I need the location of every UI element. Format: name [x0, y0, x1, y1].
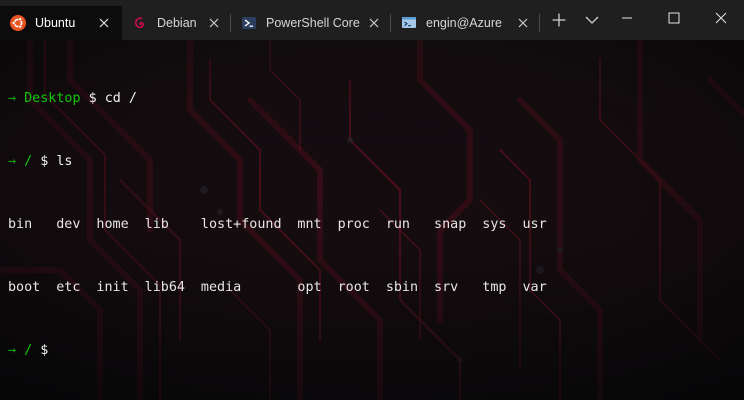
ls-entry: var	[522, 280, 547, 295]
debian-icon	[132, 15, 148, 31]
tab-powershell-core[interactable]: PowerShell Core	[231, 6, 390, 40]
maximize-icon	[668, 12, 680, 24]
terminal-output: → Desktop $ cd / → / $ ls bin dev home lib l…	[8, 46, 563, 400]
ls-entry: boot	[8, 280, 41, 295]
tab-strip: Ubuntu Debian PowerShell Core engin@Azur…	[0, 0, 744, 40]
close-icon[interactable]	[517, 17, 529, 29]
close-icon[interactable]	[208, 17, 220, 29]
prompt-cwd: Desktop	[24, 91, 81, 106]
prompt-cwd: /	[24, 154, 33, 169]
minimize-button[interactable]	[604, 0, 650, 36]
maximize-button[interactable]	[651, 0, 697, 36]
tab-label: engin@Azure	[426, 16, 502, 30]
prompt-dollar: $	[40, 343, 49, 358]
ubuntu-icon	[10, 15, 26, 31]
ls-output-row: bin dev home lib lost+found mnt proc run snap sys…	[8, 214, 563, 235]
ls-output-row: boot etc init lib64 media opt root sbin srv tmp va…	[8, 277, 563, 298]
ls-entry: init	[96, 280, 129, 295]
tab-label: Debian	[157, 16, 197, 30]
chevron-down-icon	[585, 16, 599, 24]
ls-entry: home	[96, 217, 129, 232]
command-text: cd /	[104, 91, 137, 106]
close-icon[interactable]	[368, 17, 380, 29]
prompt-cwd: /	[24, 343, 33, 358]
plus-icon	[552, 13, 566, 27]
ls-entry: lib	[144, 217, 169, 232]
new-tab-button[interactable]	[549, 10, 569, 30]
ls-entry: etc	[56, 280, 81, 295]
tab-ubuntu[interactable]: Ubuntu	[0, 6, 122, 40]
powershell-icon	[241, 15, 257, 31]
ls-entry: tmp	[482, 280, 507, 295]
prompt-dollar: $	[88, 91, 97, 106]
tab-dropdown-button[interactable]	[582, 10, 602, 30]
ls-entry: proc	[337, 217, 370, 232]
terminal-pane[interactable]: → Desktop $ cd / → / $ ls bin dev home lib l…	[0, 40, 744, 400]
ls-entry: lib64	[144, 280, 185, 295]
ls-entry: mnt	[297, 217, 322, 232]
text-cursor	[56, 341, 64, 357]
ls-entry: sys	[482, 217, 507, 232]
ls-entry: usr	[522, 217, 547, 232]
ls-entry: bin	[8, 217, 33, 232]
ls-entry: snap	[434, 217, 467, 232]
azure-cloud-shell-icon	[401, 15, 417, 31]
prompt-dollar: $	[40, 154, 49, 169]
prompt-arrow: →	[8, 154, 17, 169]
tab-azure[interactable]: engin@Azure	[391, 6, 539, 40]
terminal-line: → / $	[8, 340, 563, 361]
minimize-icon	[622, 17, 632, 19]
tab-label: Ubuntu	[35, 16, 76, 30]
ls-entry: srv	[434, 280, 459, 295]
prompt-arrow: →	[8, 343, 17, 358]
ls-entry: sbin	[385, 280, 419, 295]
ls-entry: lost+found	[200, 217, 282, 232]
tab-label: PowerShell Core	[266, 16, 360, 30]
ls-entry: dev	[56, 217, 81, 232]
command-text: ls	[56, 154, 73, 169]
ls-entry: opt	[297, 280, 322, 295]
close-icon[interactable]	[98, 17, 110, 29]
tab-separator	[539, 14, 540, 32]
tab-debian[interactable]: Debian	[122, 6, 230, 40]
close-window-button[interactable]	[698, 0, 744, 36]
terminal-line: → / $ ls	[8, 151, 563, 172]
terminal-window: Ubuntu Debian PowerShell Core engin@Azur…	[0, 0, 744, 400]
ls-entry: root	[337, 280, 370, 295]
ls-entry: run	[385, 217, 410, 232]
close-icon	[715, 12, 727, 24]
prompt-arrow: →	[8, 91, 17, 106]
terminal-line: → Desktop $ cd /	[8, 88, 563, 109]
ls-entry: media	[200, 280, 242, 295]
